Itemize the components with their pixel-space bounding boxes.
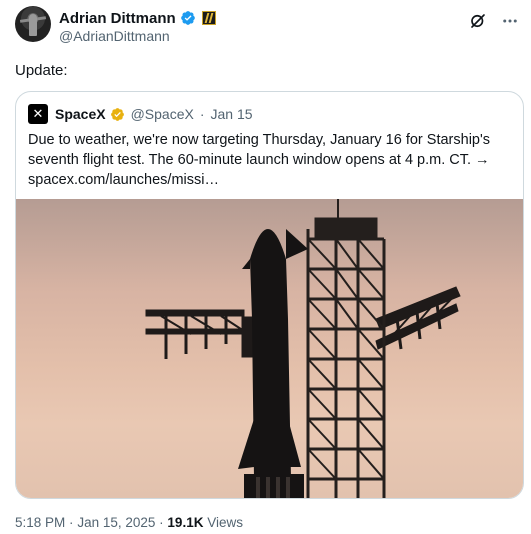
post-time[interactable]: 5:18 PM [15,515,65,530]
header-actions [469,12,519,30]
quoted-tweet-header: ✕ SpaceX @SpaceX · Jan 15 [28,104,253,124]
views-label: Views [207,515,243,530]
gold-check-badge-icon [110,107,124,121]
x-logo-icon[interactable]: ✕ [28,104,48,124]
footer-separator-2: · [159,515,164,530]
tweet-header: Adrian Dittmann @AdrianDittmann [15,6,525,46]
flag-badge-icon [201,11,216,25]
starship-launch-tower-photo [145,199,461,498]
tweet-text: Update: [15,62,68,79]
verified-badge-icon [180,11,195,25]
footer-separator: · [69,515,74,530]
quoted-author-name[interactable]: SpaceX [55,106,106,122]
author-handle[interactable]: @AdrianDittmann [59,28,170,44]
author-display-name[interactable]: Adrian Dittmann [59,10,176,27]
author-name-row: Adrian Dittmann [59,8,216,28]
tweet-footer: 5:18 PM · Jan 15, 2025 · 19.1K Views [15,515,243,530]
quoted-date[interactable]: Jan 15 [211,106,253,122]
grok-icon[interactable] [469,12,487,30]
views-count[interactable]: 19.1K [167,515,203,530]
author-avatar[interactable] [15,6,51,42]
quoted-media-image[interactable] [16,199,523,498]
post-date[interactable]: Jan 15, 2025 [77,515,155,530]
quoted-tweet-card[interactable]: ✕ SpaceX @SpaceX · Jan 15 Due to weather… [15,91,524,499]
quoted-separator: · [199,106,205,122]
more-options-icon[interactable] [501,12,519,30]
quoted-author-handle[interactable]: @SpaceX [131,106,194,122]
quoted-tweet-text: Due to weather, we're now targeting Thur… [28,132,490,188]
